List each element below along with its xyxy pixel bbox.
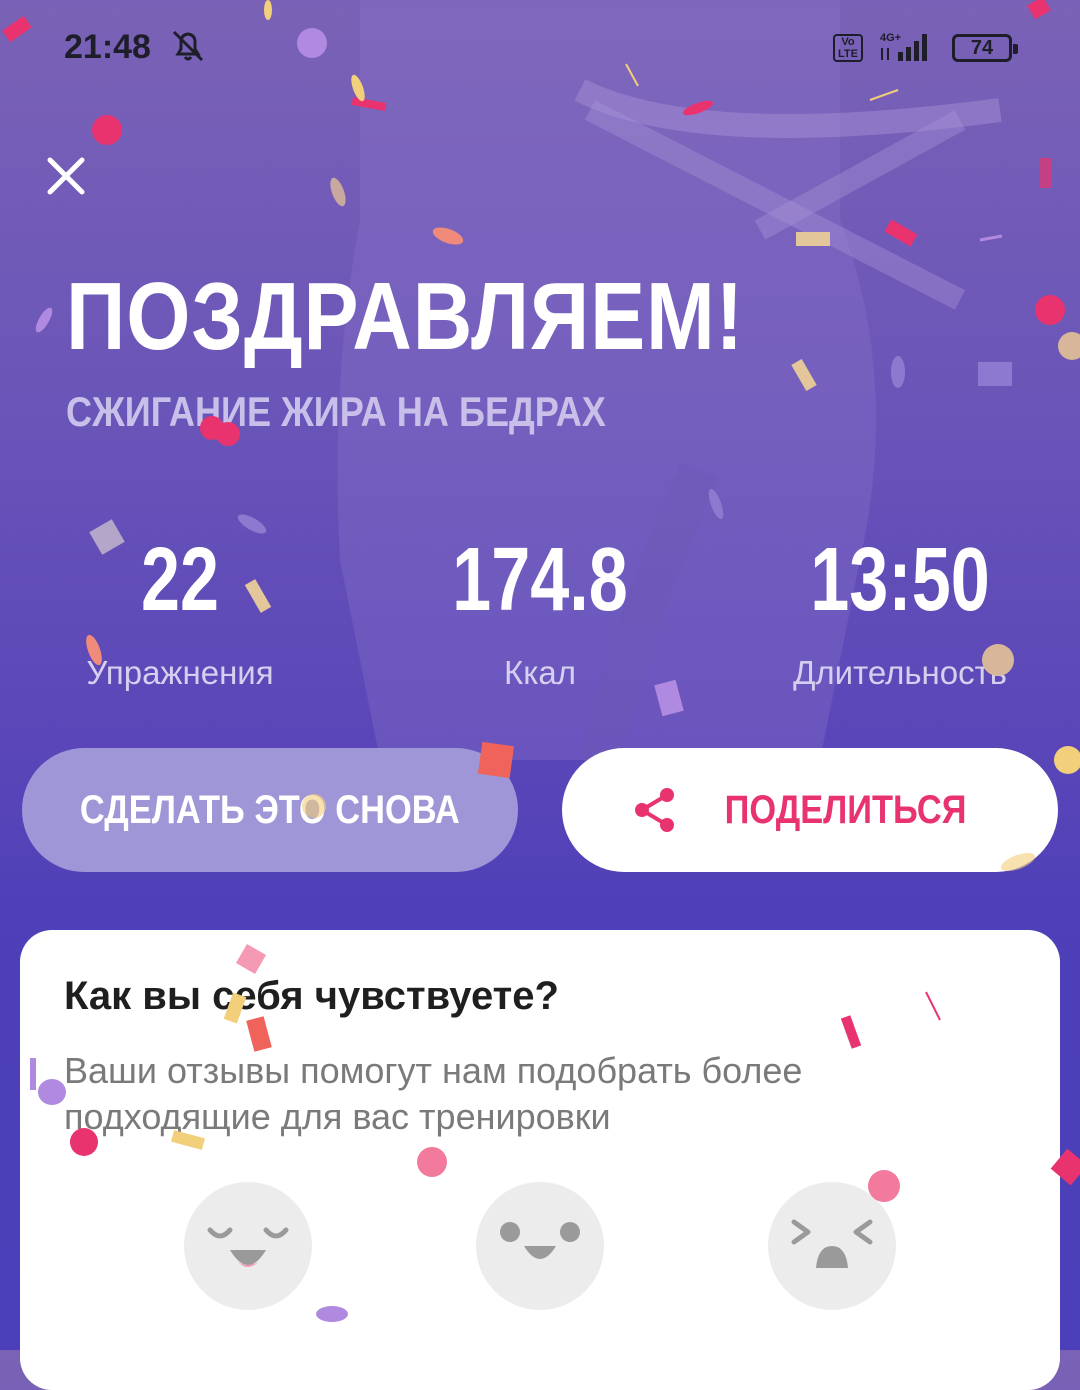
share-button[interactable]: ПОДЕЛИТЬСЯ	[562, 748, 1058, 872]
stat-label: Упражнения	[86, 654, 274, 691]
status-bar: 21:48 Vo LTE 4G+ 74	[0, 0, 1080, 96]
repeat-workout-button[interactable]: СДЕЛАТЬ ЭТО СНОВА	[22, 748, 518, 872]
feedback-description: Ваши отзывы помогут нам подобрать более …	[64, 1050, 803, 1137]
stat-exercises: 22 Упражнения	[30, 530, 330, 692]
status-time: 21:48	[64, 28, 151, 66]
bell-off-icon	[172, 30, 204, 62]
stat-label: Ккал	[504, 654, 576, 691]
stat-value: 22	[140, 530, 220, 630]
repeat-workout-label: СДЕЛАТЬ ЭТО СНОВА	[80, 787, 460, 832]
happy-face-icon	[207, 1227, 289, 1267]
stat-label: Длительность	[793, 654, 1007, 691]
share-label: ПОДЕЛИТЬСЯ	[725, 787, 967, 832]
share-icon	[635, 788, 675, 832]
stat-value: 174.8	[452, 530, 628, 630]
close-icon[interactable]	[40, 150, 92, 202]
workout-name: СЖИГАНИЕ ЖИРА НА БЕДРАХ	[66, 388, 606, 435]
feedback-option-tired[interactable]	[768, 1182, 896, 1310]
feedback-card: Как вы себя чувствуете? Ваши отзывы помо…	[20, 930, 1060, 1390]
signal-4g-icon: 4G+	[880, 32, 927, 61]
stat-duration: 13:50 Длительность	[750, 530, 1050, 692]
feedback-option-neutral[interactable]	[476, 1182, 604, 1310]
stat-value: 13:50	[810, 530, 990, 630]
battery-indicator: 74	[952, 34, 1018, 62]
neutral-face-icon	[500, 1222, 580, 1259]
tired-face-icon	[791, 1219, 873, 1268]
page-title: ПОЗДРАВЛЯЕМ!	[66, 263, 745, 370]
feedback-option-happy[interactable]	[184, 1182, 312, 1310]
stat-calories: 174.8 Ккал	[390, 530, 690, 692]
feedback-title: Как вы себя чувствуете?	[64, 974, 559, 1018]
volte-icon: Vo LTE	[833, 34, 863, 62]
network-label: 4G+	[880, 32, 901, 44]
